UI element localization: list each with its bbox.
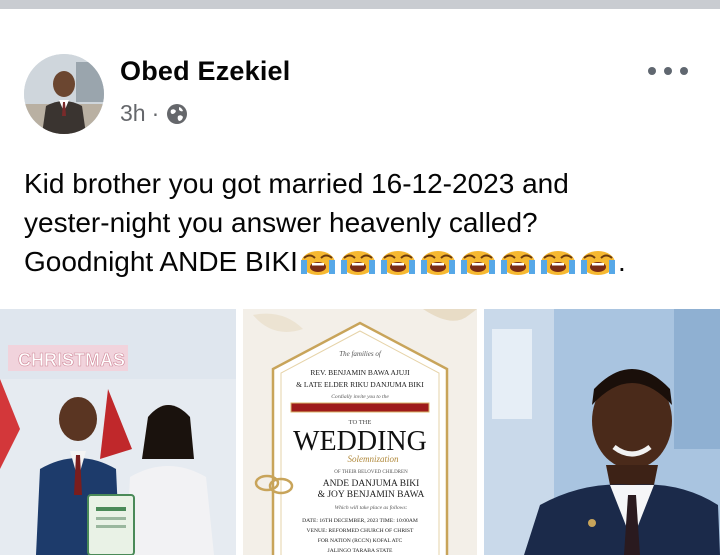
post-meta: 3h · (120, 100, 189, 127)
inv-venue3: JALINGO TARABA STATE (328, 548, 393, 554)
photo-grid: CHRISTMAS The families of REV. BENJAMIN … (0, 309, 720, 555)
emoji-row (298, 247, 618, 275)
meta-separator: · (151, 100, 160, 126)
loudly-crying-face-icon (378, 247, 418, 275)
post-text: Kid brother you got married 16-12-2023 a… (24, 164, 704, 281)
inv-line2: REV. BENJAMIN BAWA AJUJI (310, 368, 410, 377)
post-time[interactable]: 3h (120, 100, 146, 127)
loudly-crying-face-icon (338, 247, 378, 275)
inv-line3: & LATE ELDER RIKU DANJUMA BIKI (296, 380, 424, 389)
inv-groom: ANDE DANJUMA BIKI (323, 479, 420, 489)
inv-wedding-title: WEDDING (293, 426, 427, 457)
inv-bride: & JOY BENJAMIN BAWA (318, 490, 425, 500)
inv-line11: Which will take place as follows: (335, 504, 408, 511)
inv-line5: TO THE (349, 419, 372, 426)
top-divider (0, 0, 720, 9)
inv-date: DATE: 16TH DECEMBER, 2023 TIME: 10:00AM (302, 518, 418, 524)
inv-line1: The families of (339, 350, 382, 358)
post-text-line2: yester-night you answer heavenly called? (24, 207, 538, 238)
inv-line7: Solemnization (348, 454, 399, 464)
photo-portrait[interactable] (484, 309, 720, 555)
photo-couple[interactable]: CHRISTMAS (0, 309, 236, 555)
inv-line4: Cordially invite you to the (331, 394, 389, 400)
loudly-crying-face-icon (538, 247, 578, 275)
post-text-line1: Kid brother you got married 16-12-2023 a… (24, 168, 569, 199)
inv-venue1: VENUE: REFORMED CHURCH OF CHRIST (307, 528, 414, 534)
inv-venue2: FOR NATION (RCCN) KOFAL ATC (318, 537, 403, 544)
loudly-crying-face-icon (418, 247, 458, 275)
avatar[interactable] (24, 54, 104, 134)
post-text-end: . (617, 246, 626, 277)
photo-invitation[interactable]: The families of REV. BENJAMIN BAWA AJUJI… (243, 309, 477, 555)
post-text-name: Goodnight ANDE BIKI (24, 246, 298, 277)
post-text-line3: Goodnight ANDE BIKI. (24, 242, 704, 281)
more-options-icon[interactable] (648, 62, 688, 80)
loudly-crying-face-icon (458, 247, 498, 275)
loudly-crying-face-icon (298, 247, 338, 275)
banner-text: CHRISTMAS (18, 350, 125, 370)
author-name[interactable]: Obed Ezekiel (120, 56, 290, 87)
loudly-crying-face-icon (498, 247, 538, 275)
inv-line8: OF THEIR BELOVED CHILDREN (334, 470, 408, 475)
globe-icon (165, 102, 189, 126)
loudly-crying-face-icon (578, 247, 618, 275)
